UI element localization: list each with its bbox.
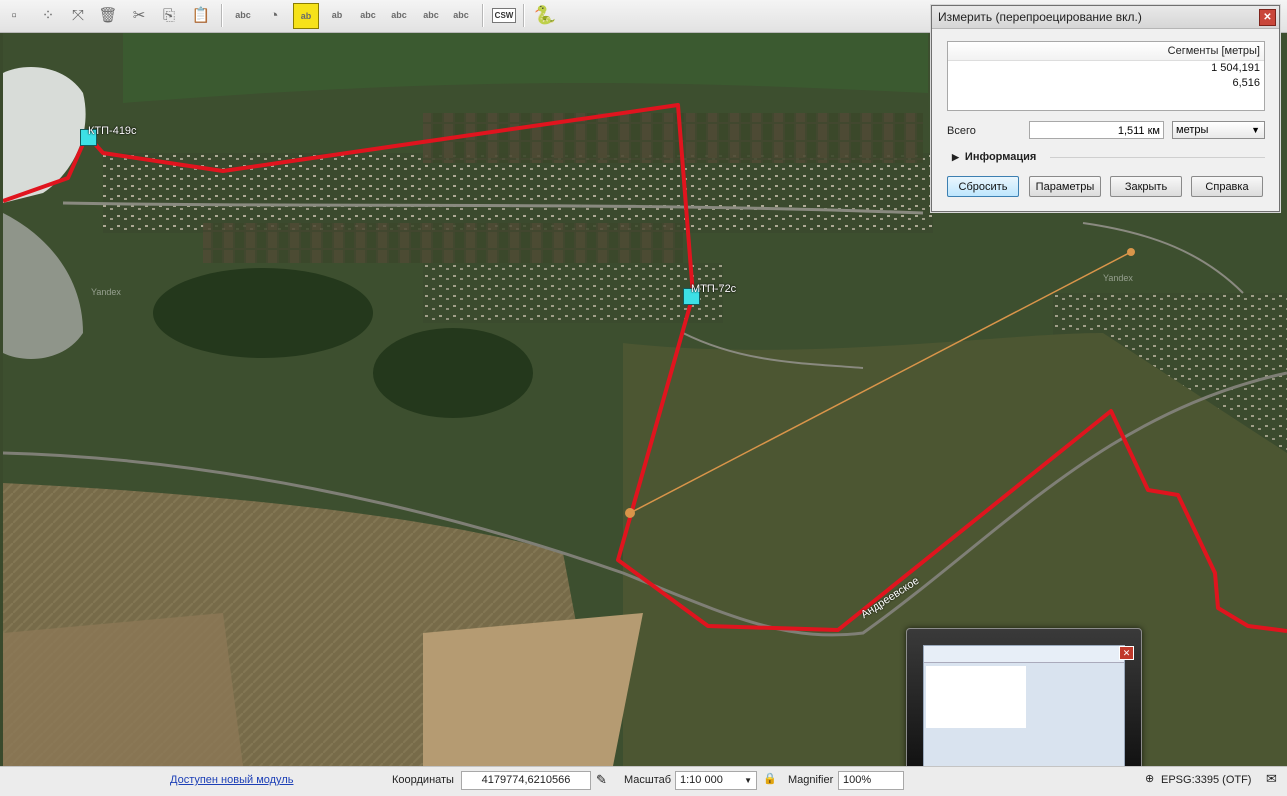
segments-table[interactable]: Сегменты [метры] 1 504,191 6,516: [947, 41, 1265, 111]
pin-label-icon[interactable]: ◔: [262, 3, 286, 27]
add-feature-icon[interactable]: ▫: [2, 3, 26, 27]
label-icon[interactable]: abc: [231, 3, 255, 27]
reset-button[interactable]: Сбросить: [947, 176, 1019, 197]
messages-icon[interactable]: ✉: [1266, 771, 1277, 787]
close-icon[interactable]: ✕: [1259, 9, 1276, 26]
node-tool-icon[interactable]: ⁘: [36, 3, 60, 27]
label-change-icon[interactable]: abc: [419, 3, 443, 27]
highlight-label-icon[interactable]: ab: [293, 3, 319, 29]
measure-dialog: Измерить (перепроецирование вкл.) ✕ Сегм…: [931, 5, 1280, 212]
label-move-icon[interactable]: abc: [387, 3, 411, 27]
crs-icon[interactable]: ⊕: [1145, 772, 1154, 785]
magnifier-field[interactable]: 100%: [838, 771, 904, 790]
copy-features-icon[interactable]: ⎘: [157, 3, 181, 27]
dialog-title: Измерить (перепроецирование вкл.): [938, 10, 1142, 24]
unit-select-value: метры: [1176, 124, 1209, 136]
help-button[interactable]: Справка: [1191, 176, 1263, 197]
label-ktp: КТП-419с: [88, 125, 137, 137]
close-button[interactable]: Закрыть: [1110, 176, 1182, 197]
watermark-yandex-1: Yandex: [91, 287, 121, 297]
delete-selected-icon[interactable]: 🗑: [96, 3, 120, 27]
label-mtp: МТП-72с: [691, 283, 737, 295]
close-icon[interactable]: ✕: [1119, 646, 1134, 660]
csw-label: CSW: [491, 7, 517, 23]
label-rotate-icon[interactable]: ab: [325, 3, 349, 27]
preview-canvas: [926, 666, 1026, 728]
thumbnail-preview: [923, 645, 1125, 769]
segment-row[interactable]: 6,516: [948, 76, 1264, 91]
python-icon[interactable]: 🐍: [533, 3, 557, 27]
label-show-icon[interactable]: abc: [356, 3, 380, 27]
rubber-band-start: [625, 508, 635, 518]
csw-button[interactable]: CSW: [491, 3, 517, 27]
triangle-right-icon: ▶: [952, 151, 959, 162]
preview-toolbar: [924, 646, 1124, 663]
segment-row[interactable]: 1 504,191: [948, 61, 1264, 76]
rubber-band-end: [1127, 248, 1135, 256]
scale-value: 1:10 000: [680, 774, 723, 786]
unit-select[interactable]: метры ▼: [1172, 121, 1265, 139]
info-toggle[interactable]: ▶ Информация: [952, 151, 1036, 163]
watermark-yandex-2: Yandex: [1103, 273, 1133, 283]
crs-label[interactable]: EPSG:3395 (OTF): [1161, 774, 1251, 786]
lock-icon[interactable]: 🔒: [763, 772, 777, 785]
statusbar: Доступен новый модуль Координаты 4179774…: [0, 766, 1287, 796]
scale-combo[interactable]: 1:10 000 ▼: [675, 771, 757, 790]
magnifier-label: Magnifier: [788, 774, 834, 786]
cut-features-icon[interactable]: ✂: [127, 3, 151, 27]
chevron-down-icon: ▼: [1251, 125, 1260, 135]
paste-features-icon[interactable]: 📋: [189, 3, 213, 27]
coords-label: Координаты: [392, 774, 454, 786]
taskbar-thumbnail[interactable]: ✕: [906, 628, 1142, 772]
total-field: 1,511 км: [1029, 121, 1164, 139]
label-edit-icon[interactable]: abc: [449, 3, 473, 27]
scale-label: Масштаб: [624, 774, 672, 786]
segments-header[interactable]: Сегменты [метры]: [948, 42, 1264, 61]
params-button[interactable]: Параметры: [1029, 176, 1101, 197]
chevron-down-icon: ▼: [744, 776, 752, 785]
move-feature-icon[interactable]: ⤧: [66, 3, 90, 27]
total-label: Всего: [947, 125, 976, 137]
dialog-titlebar[interactable]: Измерить (перепроецирование вкл.) ✕: [932, 6, 1279, 29]
new-module-link[interactable]: Доступен новый модуль: [170, 774, 293, 786]
coords-field[interactable]: 4179774,6210566: [461, 771, 591, 790]
extents-toggle-icon[interactable]: ✎: [596, 772, 607, 788]
info-divider: [1050, 157, 1265, 158]
info-label: Информация: [964, 151, 1037, 163]
